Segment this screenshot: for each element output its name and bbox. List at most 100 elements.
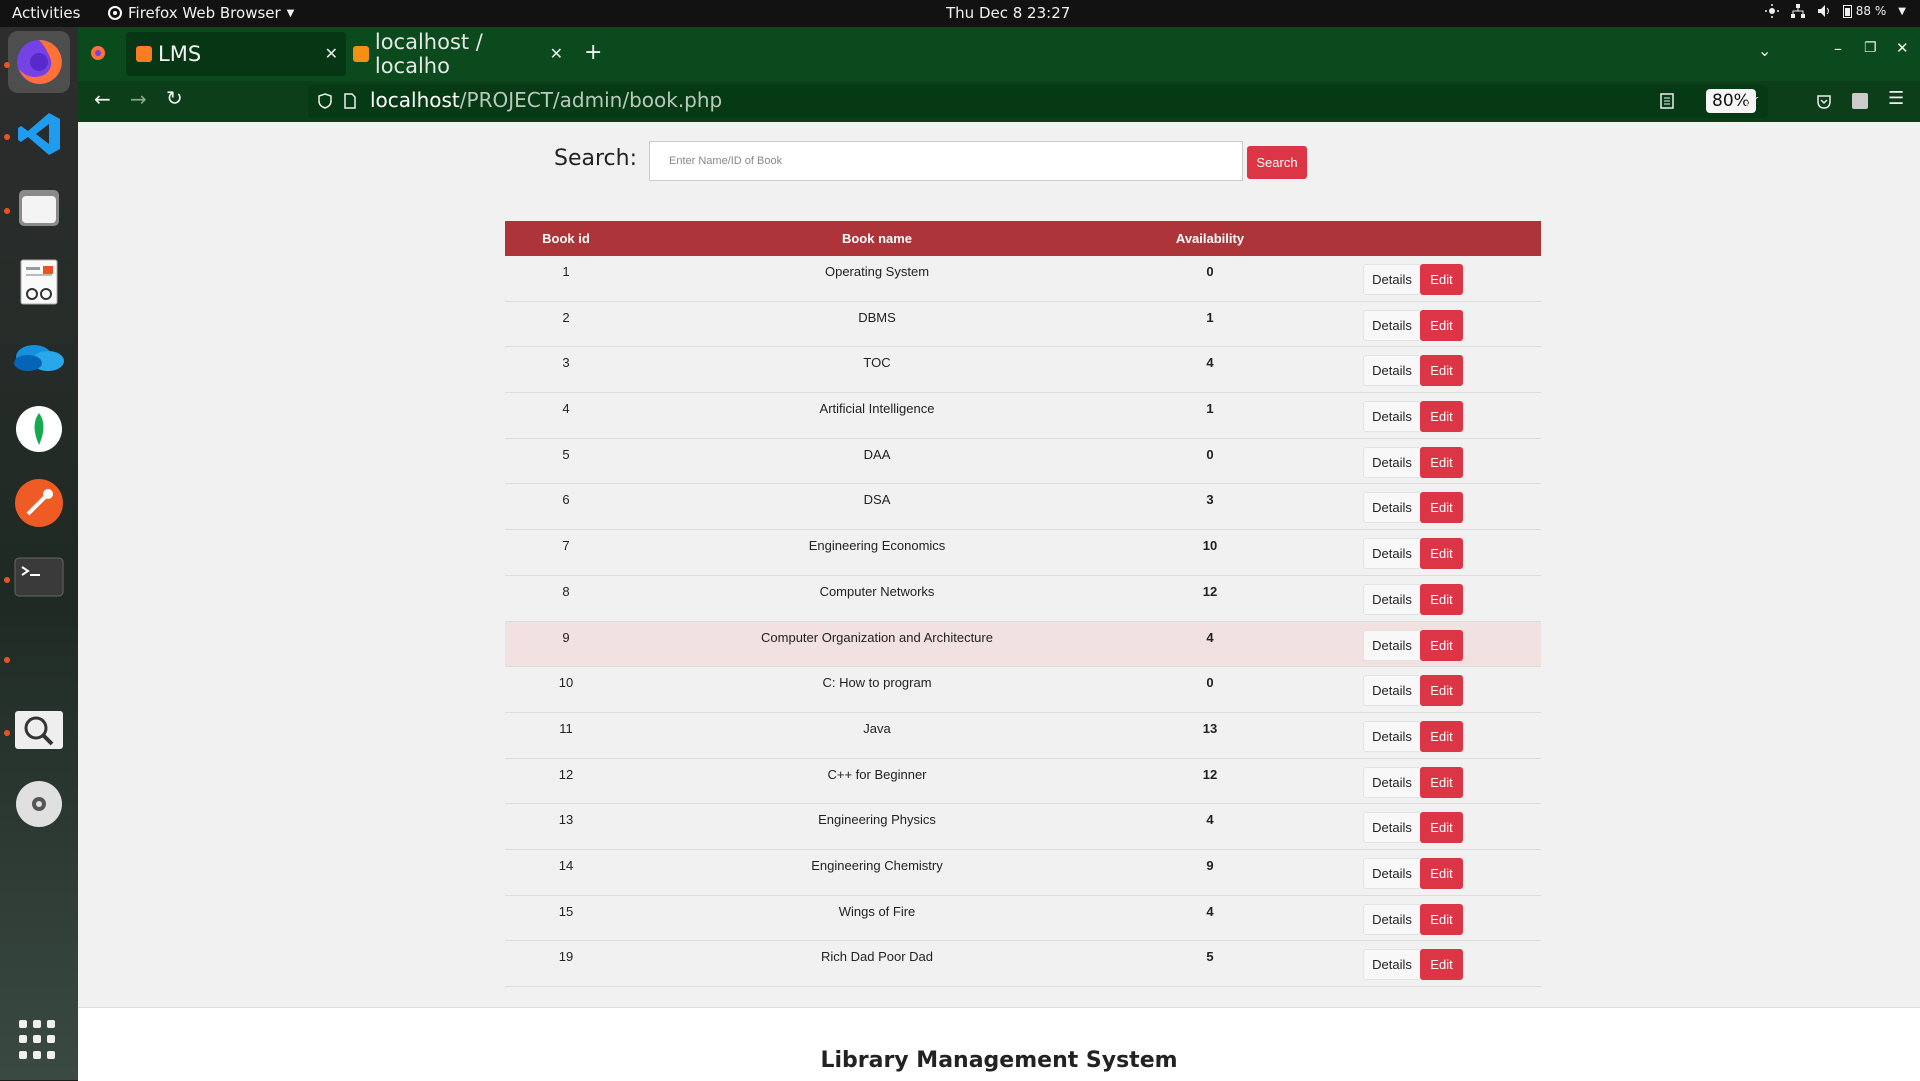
edit-button[interactable]: Edit bbox=[1420, 401, 1463, 433]
book-availability: 4 bbox=[1206, 629, 1214, 645]
dock-document-viewer[interactable] bbox=[8, 251, 70, 313]
dock-files[interactable] bbox=[8, 177, 70, 239]
edit-button[interactable]: Edit bbox=[1420, 766, 1463, 798]
firefox-icon bbox=[17, 39, 62, 84]
details-button[interactable]: Details bbox=[1363, 446, 1421, 478]
book-name: Wings of Fire bbox=[838, 903, 916, 919]
table-row: 3 TOC 4 Details Edit bbox=[505, 347, 1541, 394]
edit-button[interactable]: Edit bbox=[1420, 903, 1463, 935]
show-applications-button[interactable] bbox=[19, 1020, 59, 1060]
dock-mongodb-compass[interactable] bbox=[8, 398, 70, 460]
list-all-tabs-button[interactable]: ⌄ bbox=[1758, 41, 1771, 60]
edit-button[interactable]: Edit bbox=[1420, 949, 1463, 981]
tab-phpmyadmin[interactable]: localhost / localho ✕ bbox=[353, 30, 563, 78]
hamburger-menu-icon[interactable]: ☰ bbox=[1888, 88, 1904, 109]
table-body: 1 Operating System 0 Details Edit 2 DBMS 1 Detai… bbox=[505, 256, 1541, 987]
forward-button[interactable]: → bbox=[130, 87, 147, 111]
details-button[interactable]: Details bbox=[1363, 949, 1421, 981]
network-icon bbox=[1790, 4, 1805, 18]
header-book-name: Book name bbox=[841, 231, 913, 246]
details-button[interactable]: Details bbox=[1363, 309, 1421, 341]
dock bbox=[0, 27, 78, 1080]
edit-button[interactable]: Edit bbox=[1420, 492, 1463, 524]
image-viewer-icon bbox=[15, 711, 63, 749]
browser-tab-strip: LMS ✕ localhost / localho ✕ + ⌄ – ❐ ✕ bbox=[78, 27, 1920, 81]
table-row: 8 Computer Networks 12 Details Edit bbox=[505, 576, 1541, 622]
edit-button[interactable]: Edit bbox=[1420, 720, 1463, 752]
edit-button[interactable]: Edit bbox=[1420, 264, 1463, 295]
details-button[interactable]: Details bbox=[1363, 492, 1421, 524]
battery-icon bbox=[1842, 5, 1852, 18]
pocket-icon[interactable] bbox=[1816, 94, 1832, 110]
edit-button[interactable]: Edit bbox=[1420, 812, 1463, 844]
back-button[interactable]: ← bbox=[94, 87, 111, 111]
reload-button[interactable]: ↻ bbox=[166, 86, 183, 110]
dock-firefox[interactable] bbox=[8, 31, 70, 93]
edit-button[interactable]: Edit bbox=[1420, 857, 1463, 889]
book-availability: 4 bbox=[1206, 812, 1214, 828]
dock-onedrive[interactable] bbox=[8, 324, 70, 386]
dock-terminal[interactable] bbox=[8, 546, 70, 608]
dock-disc[interactable] bbox=[8, 773, 70, 835]
mongodb-compass-icon bbox=[16, 406, 62, 452]
book-name: Java bbox=[863, 720, 891, 736]
close-window-button[interactable]: ✕ bbox=[1896, 39, 1909, 57]
close-icon[interactable]: ✕ bbox=[550, 44, 563, 63]
dock-postman[interactable] bbox=[8, 472, 70, 534]
details-button[interactable]: Details bbox=[1363, 720, 1421, 752]
account-icon[interactable] bbox=[1852, 93, 1868, 109]
book-availability: 0 bbox=[1206, 446, 1214, 462]
system-tray[interactable]: 88 % ▼ bbox=[1764, 4, 1906, 18]
edit-button[interactable]: Edit bbox=[1420, 629, 1463, 661]
reader-view-icon[interactable] bbox=[1660, 93, 1674, 109]
activities-button[interactable]: Activities bbox=[12, 4, 80, 22]
minimize-button[interactable]: – bbox=[1834, 39, 1842, 58]
url-bar[interactable]: localhost/PROJECT/admin/book.php 80% ☆ bbox=[308, 85, 1768, 118]
book-id: 1 bbox=[562, 264, 570, 279]
table-row: 5 DAA 0 Details Edit bbox=[505, 439, 1541, 485]
edit-button[interactable]: Edit bbox=[1420, 355, 1463, 387]
header-availability: Availability bbox=[1175, 231, 1245, 246]
terminal-icon bbox=[14, 557, 64, 597]
edit-button[interactable]: Edit bbox=[1420, 309, 1463, 341]
edit-button[interactable]: Edit bbox=[1420, 583, 1463, 615]
tab-label: localhost / localho bbox=[374, 30, 483, 78]
volume-icon bbox=[1817, 5, 1829, 17]
details-button[interactable]: Details bbox=[1363, 903, 1421, 935]
close-icon[interactable]: ✕ bbox=[325, 44, 338, 63]
new-tab-button[interactable]: + bbox=[584, 40, 602, 65]
book-id: 3 bbox=[562, 355, 570, 371]
chevron-down-icon: ▼ bbox=[286, 7, 295, 19]
search-button[interactable]: Search bbox=[1247, 146, 1307, 179]
table-row: 12 C++ for Beginner 12 Details Edit bbox=[505, 759, 1541, 805]
search-input[interactable]: Enter Name/ID of Book bbox=[649, 141, 1243, 181]
details-button[interactable]: Details bbox=[1363, 401, 1421, 433]
table-row: 7 Engineering Economics 10 Details Edit bbox=[505, 530, 1541, 576]
details-button[interactable]: Details bbox=[1363, 812, 1421, 844]
restore-button[interactable]: ❐ bbox=[1864, 40, 1877, 56]
tab-lms[interactable]: LMS ✕ bbox=[126, 32, 346, 76]
table-row: 9 Computer Organization and Architecture 4… bbox=[505, 621, 1541, 668]
edit-button[interactable]: Edit bbox=[1420, 675, 1463, 707]
details-button[interactable]: Details bbox=[1363, 766, 1421, 798]
edit-button[interactable]: Edit bbox=[1420, 446, 1463, 478]
edit-button[interactable]: Edit bbox=[1420, 538, 1463, 570]
firefox-view-icon[interactable] bbox=[90, 45, 106, 61]
details-button[interactable]: Details bbox=[1363, 355, 1421, 387]
book-availability: 13 bbox=[1202, 720, 1218, 736]
vscode-icon bbox=[18, 113, 60, 155]
clock[interactable]: Thu Dec 8 23:27 bbox=[946, 4, 1070, 22]
app-menu[interactable]: Firefox Web Browser ▼ bbox=[108, 4, 294, 22]
dock-vscode[interactable] bbox=[8, 103, 70, 165]
details-button[interactable]: Details bbox=[1363, 264, 1421, 295]
details-button[interactable]: Details bbox=[1363, 629, 1421, 661]
bookmark-star-icon[interactable]: ☆ bbox=[1742, 87, 1760, 111]
dock-image-viewer[interactable] bbox=[8, 699, 70, 761]
details-button[interactable]: Details bbox=[1363, 675, 1421, 707]
book-availability: 1 bbox=[1206, 309, 1214, 325]
details-button[interactable]: Details bbox=[1363, 857, 1421, 889]
book-availability: 4 bbox=[1206, 355, 1214, 371]
details-button[interactable]: Details bbox=[1363, 583, 1421, 615]
details-button[interactable]: Details bbox=[1363, 538, 1421, 570]
book-availability: 0 bbox=[1206, 675, 1214, 691]
